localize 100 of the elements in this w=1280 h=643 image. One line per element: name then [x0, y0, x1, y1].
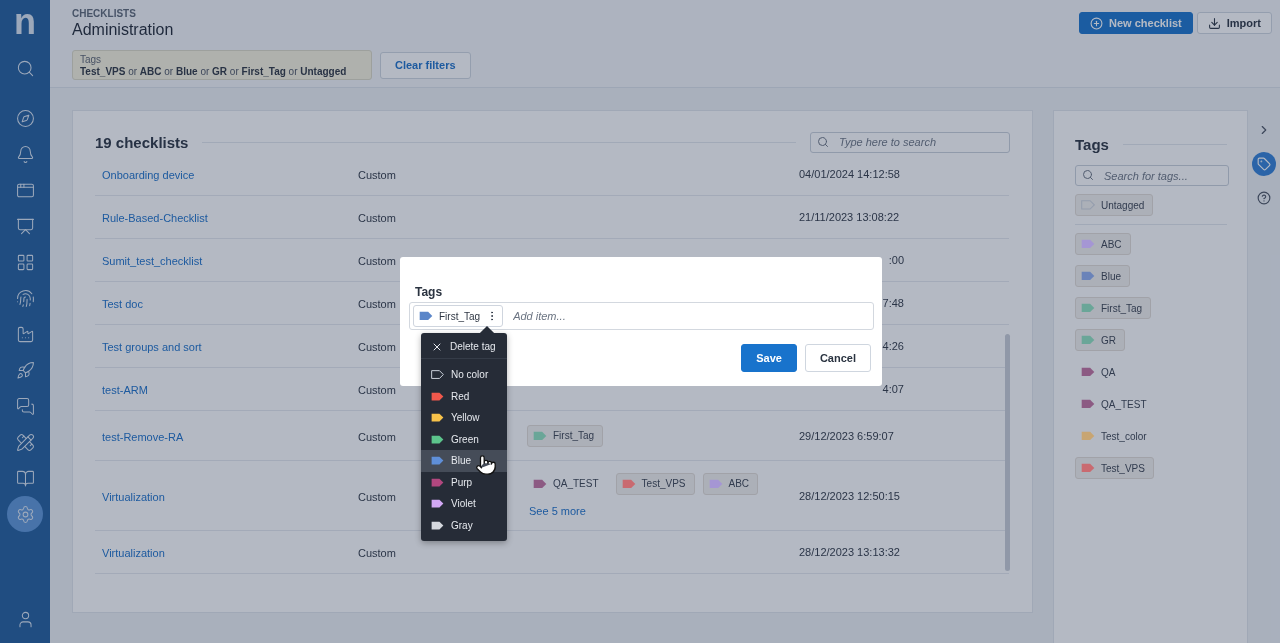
tag-icon: [1081, 463, 1095, 473]
table-cell-text: Custom: [357, 490, 396, 503]
menu-item[interactable]: Delete tag: [421, 335, 507, 359]
tag-icon: [419, 311, 433, 321]
tag-filter[interactable]: Tags Test_VPS or ABC or Blue or GR or First_Tag or Untagged: [72, 50, 372, 80]
table-cell-text: 21/11/2023 13:08:22: [798, 211, 900, 223]
cancel-button[interactable]: Cancel: [804, 344, 871, 372]
search-icon: [15, 58, 35, 78]
table-cell-text: 4:26: [881, 340, 904, 352]
tag-icon: [431, 520, 444, 530]
tag-search-field[interactable]: Search for tags...: [1075, 165, 1229, 186]
search-icon: [1082, 169, 1094, 181]
checklist-link[interactable]: Virtualization: [95, 547, 165, 559]
card-title: 19 checklists: [95, 133, 189, 151]
table-cell-text: Custom: [357, 341, 396, 353]
menu-item[interactable]: Violet: [421, 493, 507, 515]
tag-icon: [431, 456, 444, 466]
checklist-link[interactable]: Virtualization: [95, 490, 165, 503]
table-cell-text: 7:48: [881, 297, 904, 309]
table-cell-text: 28/12/2023 12:50:15: [798, 489, 900, 502]
tag-icon: [533, 430, 547, 441]
field-label: Tags: [415, 285, 444, 299]
tag-chip[interactable]: First_Tag: [1075, 297, 1152, 319]
download-icon: [1207, 16, 1221, 30]
tag-chip[interactable]: Test_VPS: [615, 472, 695, 495]
tag-icon: [708, 478, 723, 489]
help-icon: [1257, 191, 1271, 205]
compass-icon: [15, 108, 35, 128]
tag-icon: [1081, 303, 1095, 313]
chat-icon: [15, 396, 35, 416]
table-cell-text: 4:07: [881, 383, 904, 395]
factory-icon: [15, 324, 35, 344]
tag-icon: [431, 477, 444, 487]
checklist-link[interactable]: Test groups and sort: [95, 341, 202, 353]
tags-input[interactable]: First_Tag Add item...: [409, 302, 874, 330]
menu-item[interactable]: Red: [421, 385, 507, 407]
tag-chip[interactable]: GR: [1075, 329, 1125, 351]
tag-chip[interactable]: QA: [1075, 361, 1125, 383]
search-icon: [817, 135, 829, 148]
nav-item[interactable]: [7, 496, 43, 532]
presentation-icon: [15, 216, 35, 236]
tag-icon: [1081, 367, 1095, 377]
new-checklist-button[interactable]: New checklist: [1079, 12, 1193, 34]
menu-item[interactable]: Green: [421, 428, 507, 450]
tag-chip[interactable]: ABC: [1075, 233, 1131, 255]
menu-item[interactable]: Blue: [421, 450, 507, 472]
tag-outline-icon: [431, 370, 444, 380]
checklist-link[interactable]: Onboarding device: [95, 169, 195, 181]
untagged-chip[interactable]: Untagged: [1075, 194, 1154, 216]
table-cell-text: :00: [887, 254, 904, 266]
fingerprint-icon: [15, 288, 35, 308]
tag-chip[interactable]: ABC: [702, 472, 759, 495]
tag-icon: [1081, 335, 1095, 345]
clear-filters-button[interactable]: Clear filters: [380, 51, 471, 79]
scrollbar[interactable]: [1005, 334, 1010, 571]
tag-icon: [1081, 399, 1095, 409]
rail-button[interactable]: [1252, 152, 1276, 176]
settings-icon: [15, 504, 35, 524]
see-more-link[interactable]: See 5 more: [529, 504, 586, 517]
menu-item[interactable]: No color: [421, 364, 507, 386]
save-button[interactable]: Save: [741, 344, 797, 372]
plus-circle-icon: [1090, 16, 1103, 30]
checklist-link[interactable]: test-Remove-RA: [95, 430, 184, 443]
filter-value: Test_VPS or ABC or Blue or GR or First_Tag or Untagged: [80, 66, 348, 78]
tag-icon: [1081, 239, 1095, 249]
tag-chip[interactable]: QA_TEST: [1075, 393, 1156, 415]
checklist-link[interactable]: test-ARM: [95, 384, 148, 396]
menu-item[interactable]: Yellow: [421, 407, 507, 429]
table-cell-text: Custom: [357, 212, 396, 224]
table-cell-text: Custom: [357, 169, 396, 181]
book-icon: [15, 468, 35, 488]
rocket-icon: [15, 360, 35, 380]
tag-icon: [1257, 157, 1271, 171]
tag-icon: [431, 413, 444, 423]
grid-icon: [15, 252, 35, 272]
tag-chip[interactable]: Blue: [1075, 265, 1130, 287]
table-cell-text: 29/12/2023 6:59:07: [798, 429, 894, 442]
import-button[interactable]: Import: [1196, 12, 1272, 34]
tag-icon: [533, 478, 547, 489]
menu-item[interactable]: Gray: [421, 514, 507, 536]
page-title: Administration: [72, 21, 175, 39]
tag-chip[interactable]: First_Tag: [413, 305, 504, 327]
checklist-link[interactable]: Rule-Based-Checklist: [95, 212, 208, 224]
tag-chip[interactable]: Test_color: [1075, 425, 1156, 447]
logo[interactable]: n: [14, 4, 36, 40]
hand-cursor-icon: [475, 454, 497, 476]
tag-icon: [1081, 271, 1095, 281]
table-cell-text: Custom: [357, 547, 396, 559]
checklist-link[interactable]: Test doc: [95, 298, 143, 310]
checklist-link[interactable]: Sumit_test_checklist: [95, 255, 203, 267]
table-cell-text: Custom: [357, 430, 396, 443]
tag-chip[interactable]: First_Tag: [527, 424, 604, 447]
tag-chip[interactable]: QA_TEST: [527, 472, 608, 495]
tag-icon: [1081, 431, 1095, 441]
breadcrumb: CHECKLISTS: [72, 8, 137, 19]
tag-icon: [621, 478, 636, 489]
tag-chip[interactable]: Test_VPS: [1075, 457, 1154, 479]
search-field[interactable]: Type here to search: [810, 131, 1010, 153]
table-cell-text: Custom: [357, 298, 396, 310]
menu-item[interactable]: Purp: [421, 471, 507, 493]
